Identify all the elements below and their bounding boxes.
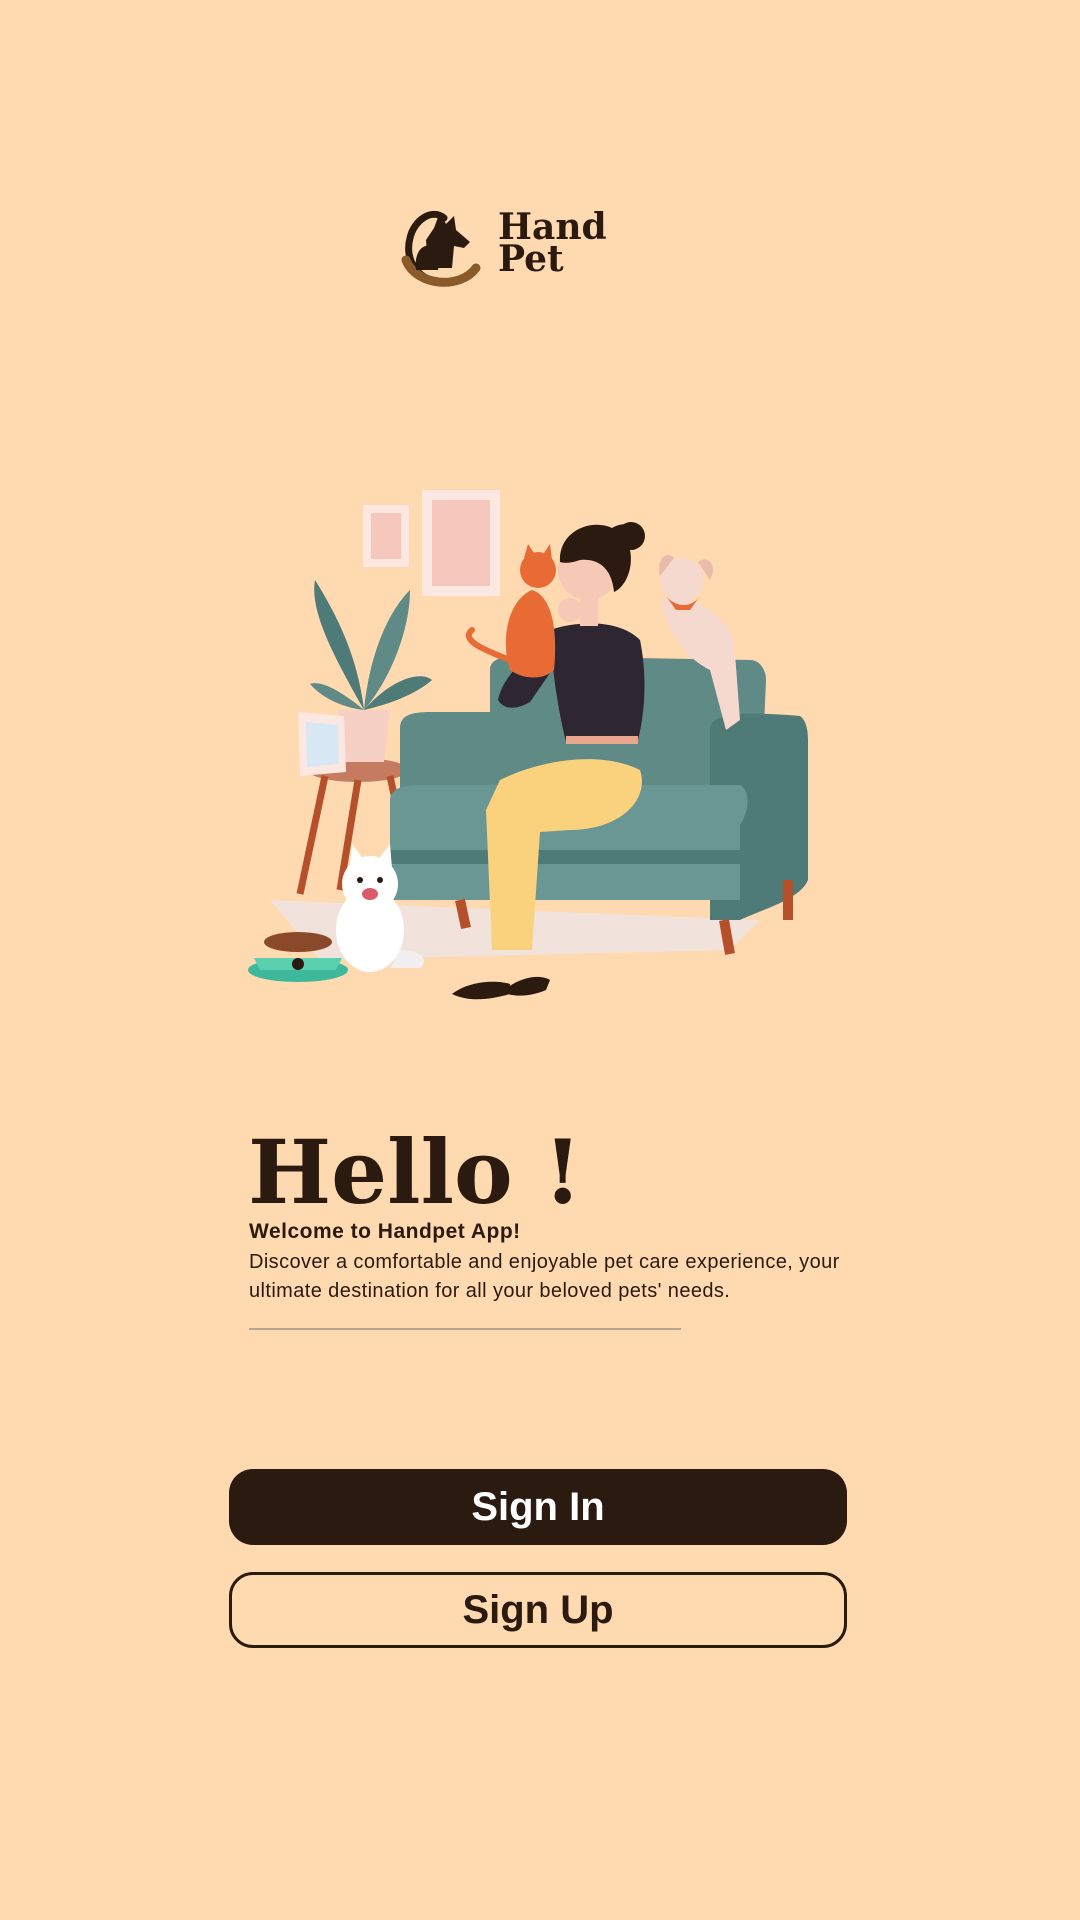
divider xyxy=(249,1328,681,1330)
sign-up-button[interactable]: Sign Up xyxy=(229,1572,847,1648)
intro-description: Discover a comfortable and enjoyable pet… xyxy=(249,1251,840,1302)
dog-cat-heart-icon xyxy=(401,210,481,287)
welcome-subtitle: Welcome to Handpet App! xyxy=(249,1220,521,1243)
app-logo: Hand Pet xyxy=(398,198,607,288)
hello-title: Hello ! xyxy=(248,1120,582,1224)
sign-in-button[interactable]: Sign In xyxy=(229,1469,847,1545)
woman-on-sofa-with-pets-illustration xyxy=(248,490,808,1000)
